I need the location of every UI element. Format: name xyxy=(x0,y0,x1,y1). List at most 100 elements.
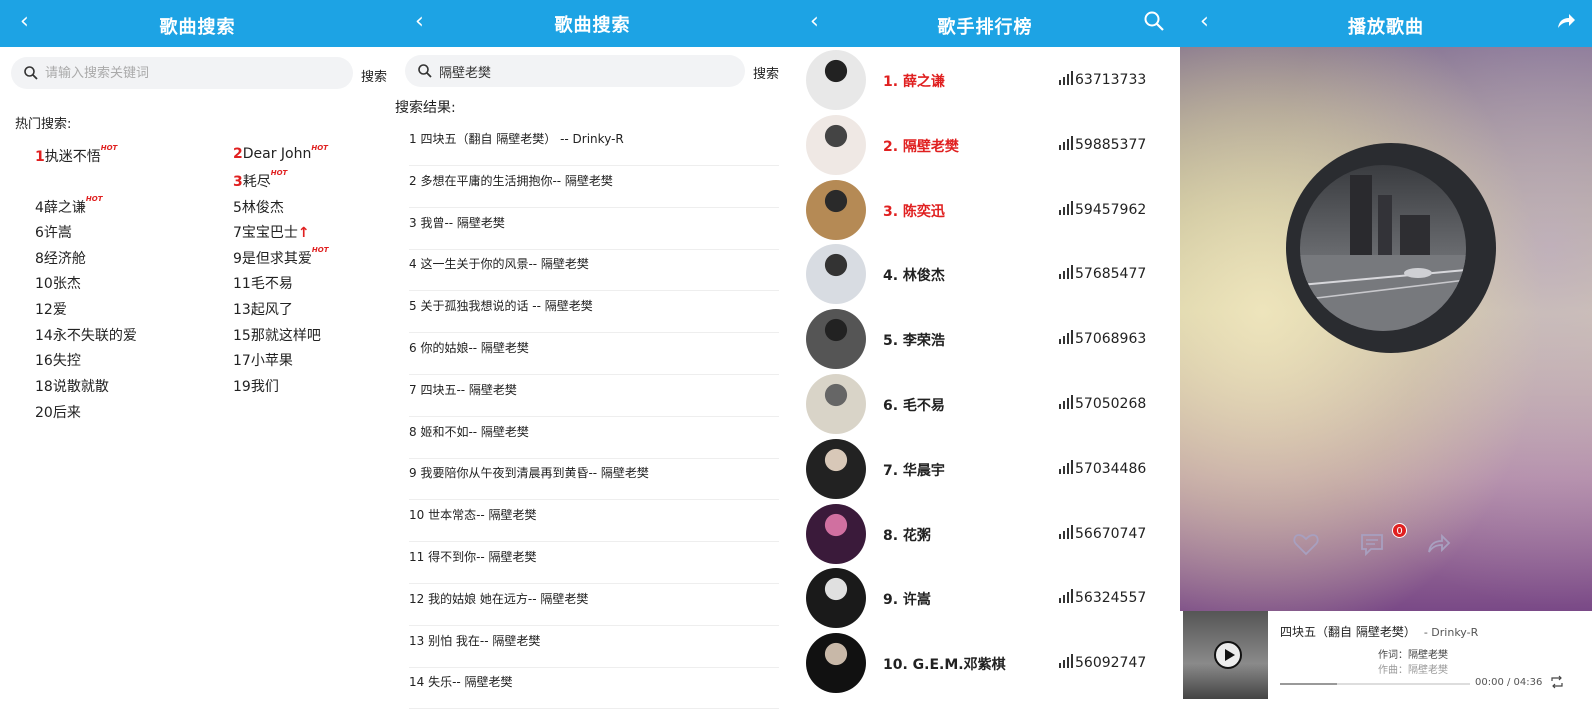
hot-rank: 2 xyxy=(233,146,243,162)
singer-row[interactable]: 5. 李荣浩 57068963 xyxy=(790,307,1180,372)
hot-search-item[interactable]: 5林俊杰 xyxy=(233,197,284,217)
singer-avatar xyxy=(806,633,866,694)
hot-keyword: 小苹果 xyxy=(250,353,293,369)
singer-name: 7. 华晨宇 xyxy=(883,462,945,479)
singer-row[interactable]: 2. 隔壁老樊 59885377 xyxy=(790,113,1180,178)
hot-search-item[interactable]: 13起风了 xyxy=(233,299,293,319)
hot-keyword: Dear John xyxy=(242,146,312,162)
result-row[interactable]: 9 我要陪你从午夜到清晨再到黄昏-- 隔壁老樊 xyxy=(409,458,779,501)
hot-search-item[interactable]: 10张杰 xyxy=(35,273,81,293)
result-row[interactable]: 7 四块五-- 隔壁老樊 xyxy=(409,375,779,417)
page-title: 歌曲搜索 xyxy=(159,17,236,38)
progress-bar[interactable] xyxy=(1280,683,1470,685)
signal-bars-icon xyxy=(1058,654,1074,669)
hot-search-item[interactable]: 9是但求其爱HOT xyxy=(233,246,329,268)
search-button[interactable]: 搜索 xyxy=(361,66,387,85)
page-title: 歌手排行榜 xyxy=(937,17,1033,38)
hot-search-item[interactable]: 20后来 xyxy=(35,402,81,422)
hot-search-item[interactable]: 4薛之谦HOT xyxy=(35,195,103,217)
hot-badge: HOT xyxy=(270,169,288,177)
singer-row[interactable]: 9. 许嵩 56324557 xyxy=(790,566,1180,631)
song-title: 四块五（翻自 隔壁老樊） xyxy=(1280,625,1416,639)
result-row[interactable]: 6 你的姑娘-- 隔壁老樊 xyxy=(409,333,779,375)
search-button[interactable]: 搜索 xyxy=(753,63,779,82)
singer-avatar xyxy=(806,50,866,110)
result-row[interactable]: 4 这一生关于你的风景-- 隔壁老樊 xyxy=(409,249,779,292)
result-row[interactable]: 8 姬和不如-- 隔壁老樊 xyxy=(409,417,779,459)
hot-keyword: 失控 xyxy=(52,353,81,369)
singer-play-count: 56670747 xyxy=(1058,524,1146,542)
hot-search-item[interactable]: 8经济舱 xyxy=(35,248,86,268)
play-count-value: 56092747 xyxy=(1075,655,1147,672)
cityscape-image xyxy=(1300,175,1466,331)
signal-bars-icon xyxy=(1058,459,1074,474)
lyricist: 作词：隔壁老樊 xyxy=(1378,650,1448,661)
hot-keyword: 耗尽 xyxy=(242,174,271,190)
hot-keyword: 执迷不悟 xyxy=(44,149,101,165)
hot-search-item[interactable]: 1执迷不悟HOT xyxy=(35,144,117,166)
share-icon[interactable] xyxy=(1425,530,1453,558)
hot-search-item[interactable]: 11毛不易 xyxy=(233,273,293,293)
result-row[interactable]: 14 失乐-- 隔壁老樊 xyxy=(409,667,779,709)
singer-play-count: 59885377 xyxy=(1058,135,1147,153)
hot-rank: 15 xyxy=(233,328,251,344)
hot-rank: 3 xyxy=(233,174,243,190)
result-row[interactable]: 11 得不到你-- 隔壁老樊 xyxy=(409,542,779,584)
hot-search-item[interactable]: 6许嵩 xyxy=(35,222,72,242)
result-row[interactable]: 10 世本常态-- 隔壁老樊 xyxy=(409,500,779,543)
singer-row[interactable]: 6. 毛不易 57050268 xyxy=(790,372,1180,437)
search-icon[interactable] xyxy=(1142,9,1166,33)
singer-play-count: 63713733 xyxy=(1058,71,1146,88)
signal-bars-icon xyxy=(1058,330,1074,345)
hot-search-item[interactable]: 15那就这样吧 xyxy=(233,325,321,345)
hot-search-item[interactable]: 17小苹果 xyxy=(233,350,293,370)
result-row[interactable]: 5 关于孤独我想说的话 -- 隔壁老樊 xyxy=(409,291,779,334)
singer-row[interactable]: 7. 华晨宇 57034486 xyxy=(790,437,1180,502)
hot-rank: 19 xyxy=(233,379,251,395)
page-title: 播放歌曲 xyxy=(1348,17,1424,38)
mini-player: 四块五（翻自 隔壁老樊） - Drinky-R 作词：隔壁老樊 作曲：隔壁老樊 0… xyxy=(1180,611,1592,709)
hot-keyword: 毛不易 xyxy=(250,276,293,292)
play-count-value: 57685477 xyxy=(1075,266,1147,283)
hot-search-item[interactable]: 19我们 xyxy=(233,376,279,396)
player-header: ‹ 播放歌曲 xyxy=(1180,0,1592,47)
hot-search-item[interactable]: 12爱 xyxy=(35,299,67,319)
hot-rank: 20 xyxy=(35,405,53,421)
singer-row[interactable]: 8. 花粥 56670747 xyxy=(790,502,1180,567)
singer-play-count: 57050268 xyxy=(1058,395,1146,412)
singer-row[interactable]: 1. 薛之谦 63713733 xyxy=(790,48,1180,113)
hot-search-item[interactable]: 7宝宝巴士↑ xyxy=(233,222,310,242)
singer-name: 3. 陈奕迅 xyxy=(883,203,945,220)
singer-row[interactable]: 3. 陈奕迅 59457962 xyxy=(790,178,1180,243)
result-row[interactable]: 13 别怕 我在-- 隔壁老樊 xyxy=(409,626,779,668)
search-input[interactable] xyxy=(439,55,735,87)
heart-icon[interactable] xyxy=(1292,530,1320,558)
hot-badge: HOT xyxy=(311,246,329,254)
result-row[interactable]: 2 多想在平庸的生活拥抱你-- 隔壁老樊 xyxy=(409,166,779,208)
singer-play-count: 57685477 xyxy=(1058,265,1146,282)
hot-rank: 5 xyxy=(233,200,242,216)
result-row[interactable]: 12 我的姑娘 她在远方-- 隔壁老樊 xyxy=(409,584,779,626)
singer-avatar xyxy=(806,438,866,499)
singer-play-count: 56092747 xyxy=(1058,654,1146,671)
share-icon[interactable] xyxy=(1554,9,1578,33)
loop-icon[interactable] xyxy=(1550,675,1564,689)
play-count-value: 56324557 xyxy=(1075,590,1147,607)
play-count-value: 59885377 xyxy=(1075,136,1147,153)
comment-icon[interactable] xyxy=(1358,530,1386,558)
singer-row[interactable]: 10. G.E.M.邓紫棋 56092747 xyxy=(790,631,1180,696)
result-row[interactable]: 3 我曾-- 隔壁老樊 xyxy=(409,208,779,250)
hot-keyword: 那就这样吧 xyxy=(250,328,321,344)
hot-search-item[interactable]: 14永不失联的爱 xyxy=(35,325,137,345)
singer-row[interactable]: 4. 林俊杰 57685477 xyxy=(790,242,1180,307)
hot-search-item[interactable]: 16失控 xyxy=(35,350,81,370)
hot-search-item[interactable]: 3耗尽HOT xyxy=(233,169,288,191)
search-header: ‹ 歌曲搜索 xyxy=(0,0,395,47)
play-button[interactable] xyxy=(1214,641,1242,669)
hot-search-item[interactable]: 2Dear JohnHOT xyxy=(233,144,328,162)
hot-rank: 4 xyxy=(35,200,44,216)
hot-search-item[interactable]: 18说散就散 xyxy=(35,376,109,396)
search-input[interactable] xyxy=(45,57,343,89)
result-row[interactable]: 1 四块五（翻自 隔壁老樊） -- Drinky-R xyxy=(409,124,779,166)
hot-rank: 17 xyxy=(233,353,251,369)
